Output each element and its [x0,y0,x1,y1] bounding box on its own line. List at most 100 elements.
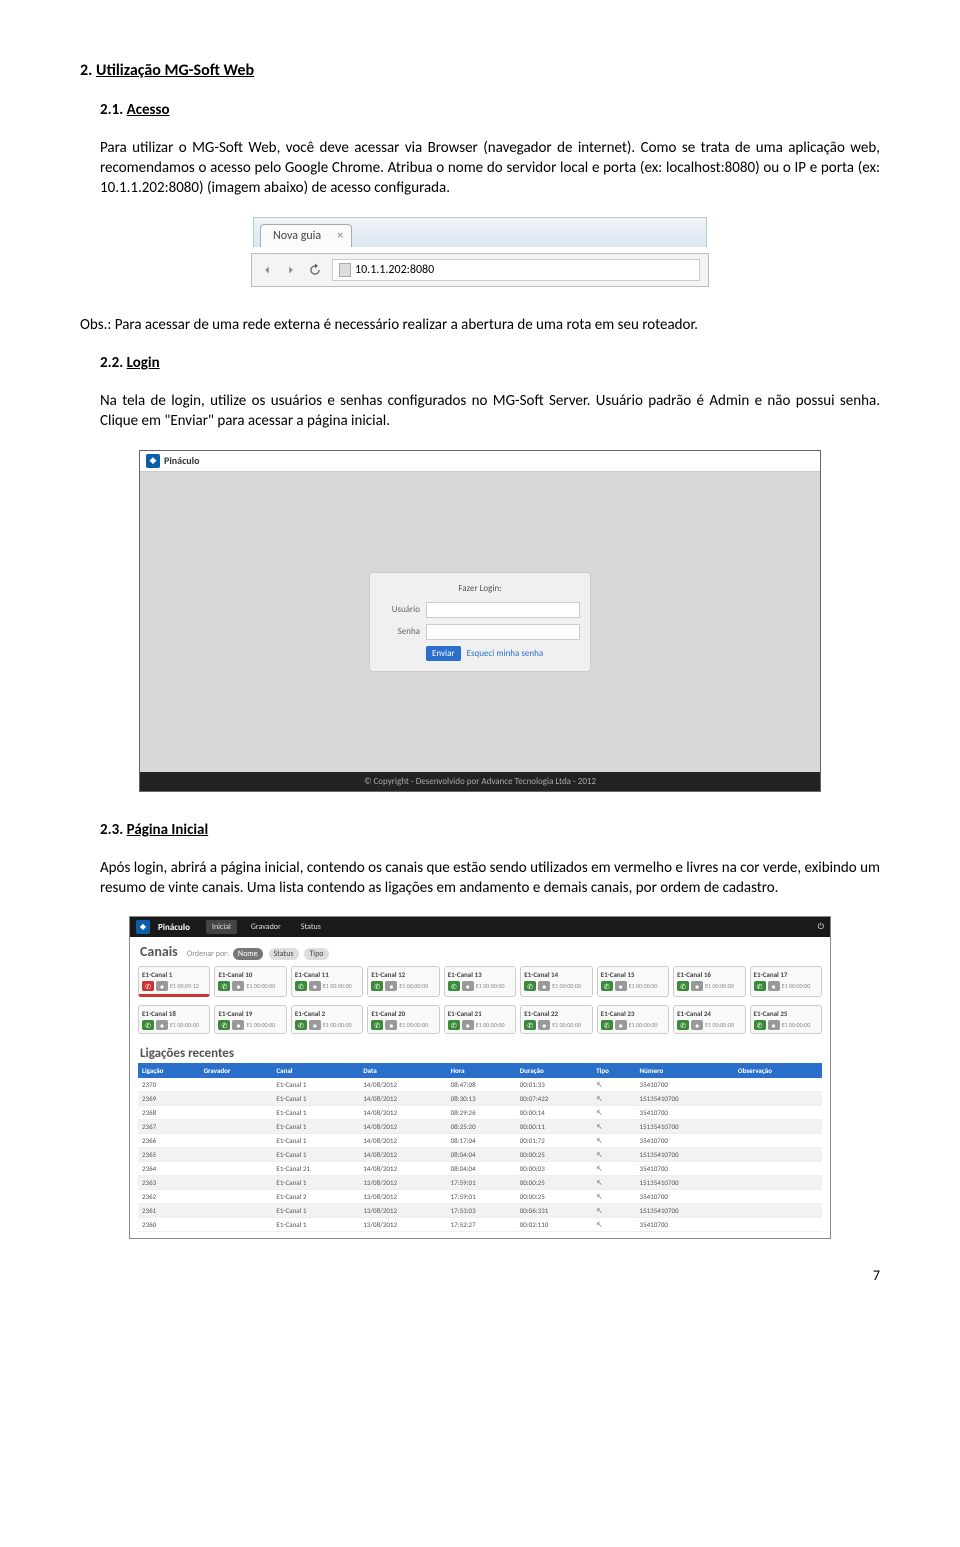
password-input[interactable] [426,624,580,640]
table-cell [200,1078,273,1092]
table-cell: 08:25:20 [447,1120,516,1134]
page-icon [339,263,351,277]
submit-button[interactable]: Enviar [426,646,461,661]
channel-card[interactable]: E1-Canal 22✆●E1 00:00:00 [520,1005,592,1034]
sort-nome[interactable]: Nome [233,948,263,960]
phone-icon: ✆ [601,1020,613,1030]
table-cell: 14/08/2012 [359,1092,446,1106]
channel-card[interactable]: E1-Canal 11✆●E1 00:00:00 [291,966,363,997]
sec22-title: Login [127,354,160,372]
table-row[interactable]: 2363E1-Canal 113/08/201217:59:0100:00:25… [138,1176,822,1190]
table-row[interactable]: 2361E1-Canal 113/08/201217:53:0300:06:33… [138,1204,822,1218]
table-cell [200,1218,273,1232]
sec23-title: Página Inicial [127,821,209,839]
table-cell [734,1120,822,1134]
table-header[interactable]: Tipo [592,1063,635,1078]
channel-card[interactable]: E1-Canal 18✆●E1 00:00:00 [138,1005,210,1034]
table-header[interactable]: Hora [447,1063,516,1078]
table-cell: 17:52:27 [447,1218,516,1232]
rec-icon: ● [156,1020,168,1030]
tab-gravador[interactable]: Gravador [245,920,287,934]
table-row[interactable]: 2367E1-Canal 114/08/201208:25:2000:00:11… [138,1120,822,1134]
rec-icon: ● [538,981,550,991]
table-row[interactable]: 2360E1-Canal 113/08/201217:52:2700:02:11… [138,1218,822,1232]
table-header[interactable]: Ligação [138,1063,200,1078]
rec-icon: ● [385,1020,397,1030]
table-cell: 14/08/2012 [359,1162,446,1176]
section-23-heading: 2.3. Página Inicial [100,820,880,840]
user-input[interactable] [426,602,580,618]
obs-paragraph: Obs.: Para acessar de uma rede externa é… [80,315,880,335]
table-cell: E1-Canal 1 [272,1106,359,1120]
channel-card[interactable]: E1-Canal 16✆●E1 00:00:00 [673,966,745,997]
power-icon[interactable]: ⏻ [818,922,824,932]
table-row[interactable]: 2366E1-Canal 114/08/201208:17:0400:01:72… [138,1134,822,1148]
close-icon[interactable]: × [337,229,343,243]
channel-card[interactable]: E1-Canal 15✆●E1 00:00:00 [597,966,669,997]
table-cell: 14/08/2012 [359,1148,446,1162]
phone-icon: ✆ [754,1020,766,1030]
table-row[interactable]: 2365E1-Canal 114/08/201208:04:0400:00:25… [138,1148,822,1162]
channel-card[interactable]: E1-Canal 1✆●E1 00:09:12 [138,966,210,997]
tab-status[interactable]: Status [295,920,327,934]
table-row[interactable]: 2364E1-Canal 2114/08/201208:04:0400:00:0… [138,1162,822,1176]
table-cell: 00:07:422 [516,1092,593,1106]
channel-card[interactable]: E1-Canal 10✆●E1 00:00:00 [214,966,286,997]
table-cell [734,1148,822,1162]
table-row[interactable]: 2369E1-Canal 114/08/201208:30:1300:07:42… [138,1092,822,1106]
channel-sub: E1 00:00:00 [246,1021,275,1029]
table-cell: 00:00:25 [516,1176,593,1190]
table-row[interactable]: 2370E1-Canal 114/08/201208:47:0800:01:33… [138,1078,822,1092]
channel-card[interactable]: E1-Canal 20✆●E1 00:00:00 [367,1005,439,1034]
channel-card[interactable]: E1-Canal 23✆●E1 00:00:00 [597,1005,669,1034]
table-cell [200,1162,273,1176]
channel-sub: E1 00:00:00 [782,1021,811,1029]
table-cell: E1-Canal 1 [272,1204,359,1218]
table-header[interactable]: Número [636,1063,734,1078]
table-cell: ↖ [592,1162,635,1176]
channel-card[interactable]: E1-Canal 12✆●E1 00:00:00 [367,966,439,997]
forgot-password-link[interactable]: Esqueci minha senha [467,648,544,659]
table-header[interactable]: Gravador [200,1063,273,1078]
table-header[interactable]: Duração [516,1063,593,1078]
table-cell: 2368 [138,1106,200,1120]
browser-tab[interactable]: Nova guia × [260,224,352,247]
table-cell [200,1134,273,1148]
table-cell: 00:06:331 [516,1204,593,1218]
table-row[interactable]: 2362E1-Canal 213/08/201217:59:0100:00:25… [138,1190,822,1204]
channel-card[interactable]: E1-Canal 24✆●E1 00:00:00 [673,1005,745,1034]
table-cell: 35410700 [636,1190,734,1204]
reload-icon[interactable] [308,263,322,277]
sort-status[interactable]: Status [269,948,299,960]
channel-card[interactable]: E1-Canal 19✆●E1 00:00:00 [214,1005,286,1034]
table-cell: E1-Canal 1 [272,1134,359,1148]
logo-icon: ◆ [146,454,160,468]
channel-card[interactable]: E1-Canal 25✆●E1 00:00:00 [750,1005,822,1034]
back-icon[interactable] [260,263,274,277]
tab-inicial[interactable]: Inicial [206,920,237,934]
table-header[interactable]: Canal [272,1063,359,1078]
table-cell: 2361 [138,1204,200,1218]
table-header[interactable]: Data [359,1063,446,1078]
rec-icon: ● [615,981,627,991]
channel-name: E1-Canal 11 [295,970,359,979]
calls-title: Ligações recentes [130,1038,830,1063]
table-cell: ↖ [592,1092,635,1106]
channel-card[interactable]: E1-Canal 17✆●E1 00:00:00 [750,966,822,997]
table-row[interactable]: 2368E1-Canal 114/08/201208:29:2600:00:14… [138,1106,822,1120]
channel-card[interactable]: E1-Canal 21✆●E1 00:00:00 [444,1005,516,1034]
table-cell: 2367 [138,1120,200,1134]
forward-icon[interactable] [284,263,298,277]
channel-card[interactable]: E1-Canal 2✆●E1 00:00:00 [291,1005,363,1034]
table-cell: ↖ [592,1190,635,1204]
table-header[interactable]: Observação [734,1063,822,1078]
table-cell: E1-Canal 1 [272,1218,359,1232]
channel-card[interactable]: E1-Canal 13✆●E1 00:00:00 [444,966,516,997]
address-input[interactable]: 10.1.1.202:8080 [332,259,700,281]
channel-name: E1-Canal 22 [524,1009,588,1018]
table-cell: 00:01:72 [516,1134,593,1148]
page-number: 7 [80,1267,880,1284]
sort-tipo[interactable]: Tipo [304,948,328,960]
table-cell: 14/08/2012 [359,1078,446,1092]
channel-card[interactable]: E1-Canal 14✆●E1 00:00:00 [520,966,592,997]
